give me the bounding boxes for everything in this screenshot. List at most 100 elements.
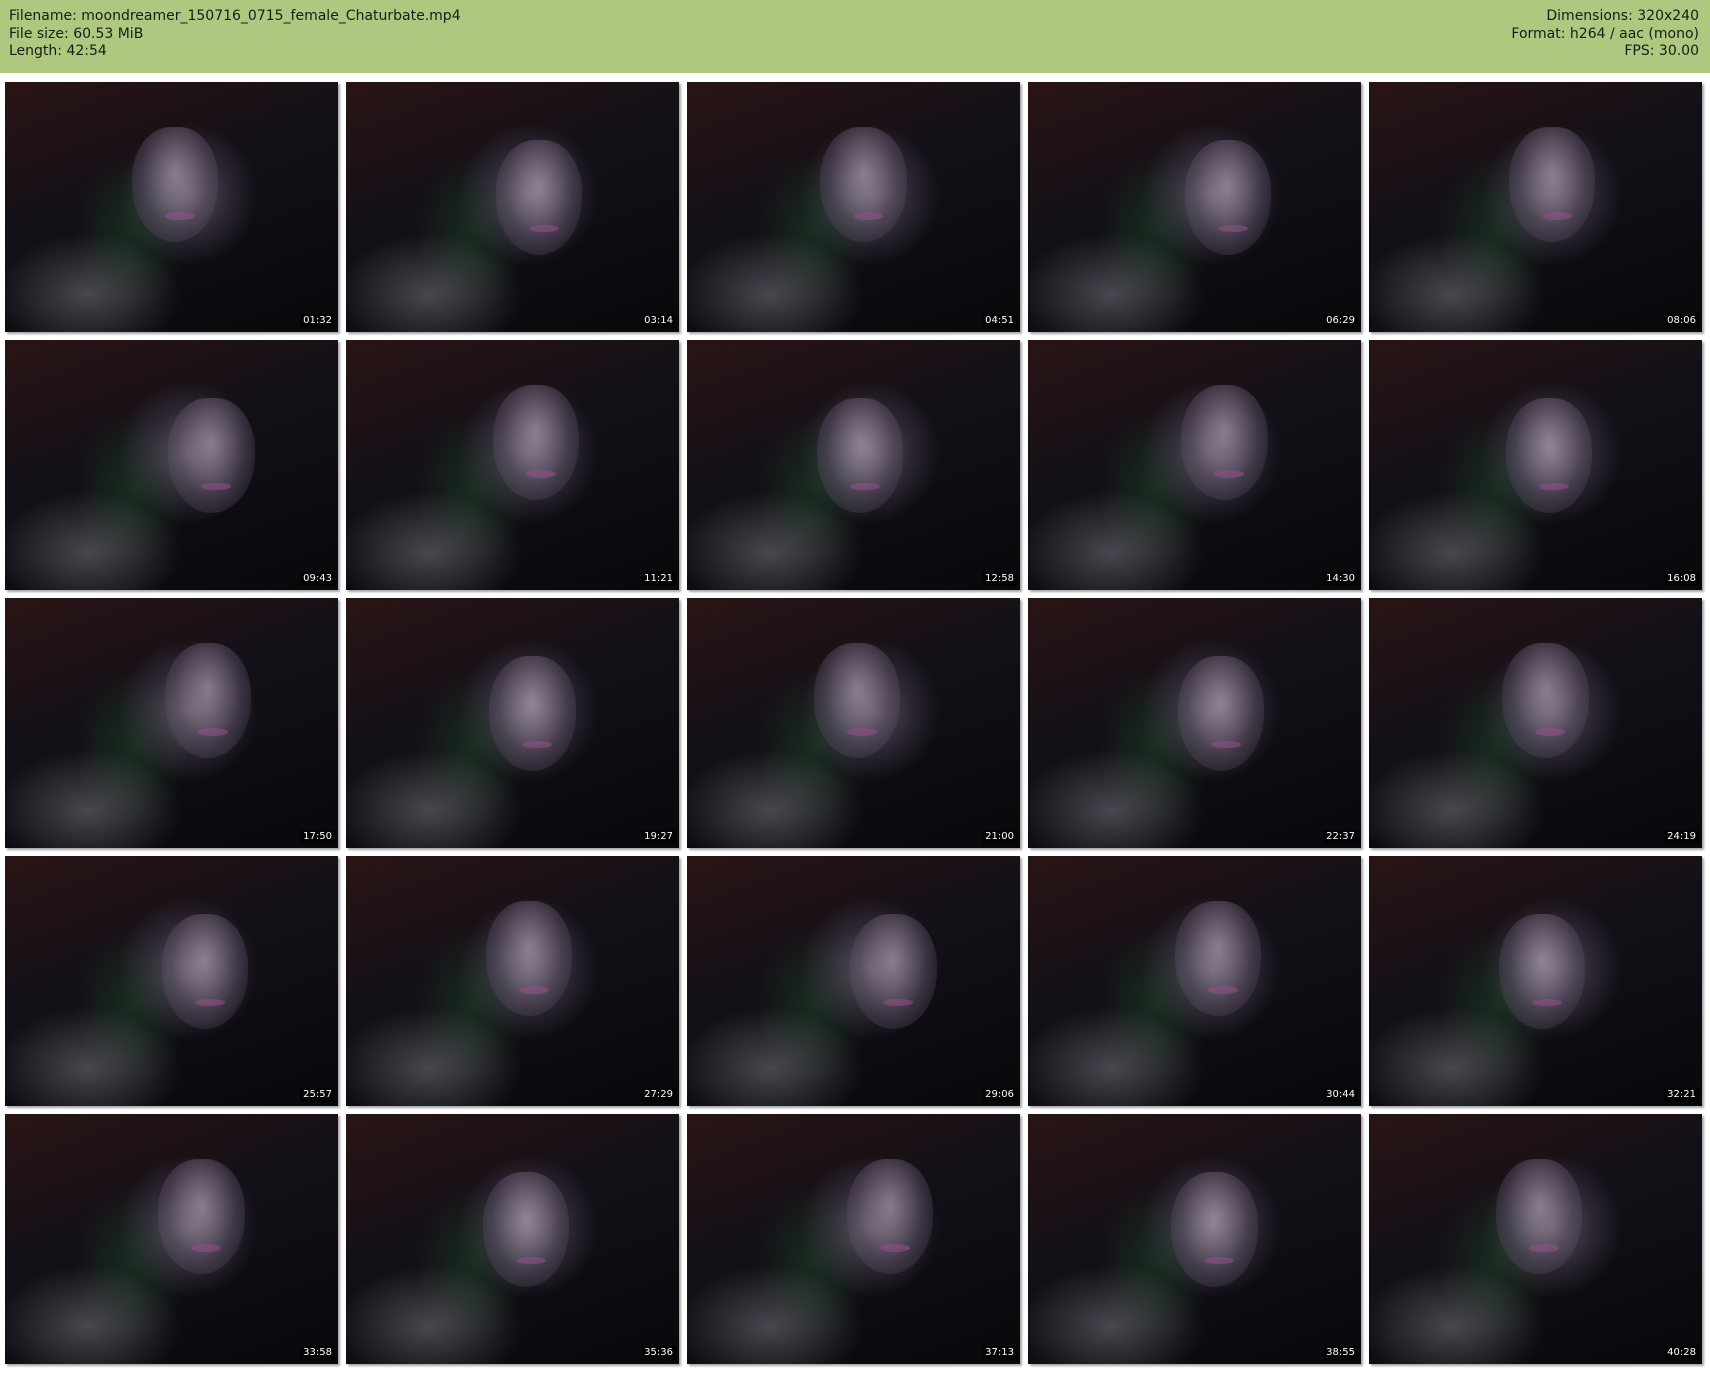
thumbnail-detail	[1204, 1256, 1235, 1264]
thumbnail-detail	[1532, 998, 1563, 1006]
thumbnail-detail	[1538, 482, 1569, 490]
video-thumbnail[interactable]: 14:30	[1028, 340, 1361, 590]
thumbnail-image	[1181, 385, 1268, 500]
timestamp-label: 17:50	[300, 830, 335, 844]
filename-text: Filename: moondreamer_150716_0715_female…	[9, 8, 461, 24]
timestamp-label: 01:32	[300, 314, 335, 328]
video-thumbnail[interactable]: 35:36	[346, 1114, 679, 1364]
video-thumbnail[interactable]: 16:08	[1369, 340, 1702, 590]
video-thumbnail[interactable]: 33:58	[5, 1114, 338, 1364]
thumbnail-image	[485, 901, 573, 1016]
thumbnail-image	[161, 913, 249, 1029]
thumbnail-detail	[850, 482, 881, 490]
video-thumbnail[interactable]: 01:32	[5, 82, 338, 332]
timestamp-label: 27:29	[641, 1088, 676, 1102]
thumbnail-image	[495, 139, 583, 255]
thumbnail-image	[816, 397, 904, 513]
timestamp-label: 33:58	[300, 1346, 335, 1360]
thumbnail-image	[1174, 901, 1262, 1016]
thumbnail-grid: 01:32 03:14 04:51 06:29 08:06 09:43 11:21 12:58…	[5, 82, 1705, 1368]
thumbnail-image	[1508, 127, 1596, 242]
thumbnail-image	[846, 1159, 934, 1274]
thumbnail-detail	[519, 986, 550, 994]
thumbnail-image	[164, 643, 252, 758]
video-thumbnail[interactable]: 21:00	[687, 598, 1020, 848]
thumbnail-detail	[1542, 212, 1573, 220]
thumbnail-image	[482, 1171, 570, 1287]
thumbnail-image	[158, 1159, 245, 1274]
timestamp-label: 29:06	[982, 1088, 1017, 1102]
timestamp-label: 08:06	[1664, 314, 1699, 328]
video-thumbnail[interactable]: 08:06	[1369, 82, 1702, 332]
thumbnail-detail	[522, 740, 553, 748]
video-thumbnail[interactable]: 22:37	[1028, 598, 1361, 848]
thumbnail-image	[131, 127, 219, 242]
video-thumbnail[interactable]: 11:21	[346, 340, 679, 590]
thumbnail-detail	[1528, 1244, 1559, 1252]
video-thumbnail[interactable]: 38:55	[1028, 1114, 1361, 1364]
timestamp-label: 11:21	[641, 572, 676, 586]
thumbnail-detail	[853, 212, 884, 220]
timestamp-label: 16:08	[1664, 572, 1699, 586]
video-thumbnail[interactable]: 09:43	[5, 340, 338, 590]
stream-info: Dimensions: 320x240 Format: h264 / aac (…	[1511, 8, 1699, 61]
thumbnail-detail	[1207, 986, 1238, 994]
thumbnail-image	[1184, 139, 1272, 255]
timestamp-label: 30:44	[1323, 1088, 1358, 1102]
thumbnail-image	[1171, 1171, 1258, 1287]
timestamp-label: 04:51	[982, 314, 1017, 328]
timestamp-label: 35:36	[641, 1346, 676, 1360]
thumbnail-detail	[164, 212, 195, 220]
thumbnail-detail	[1211, 740, 1242, 748]
thumbnail-detail	[1217, 224, 1248, 232]
video-thumbnail[interactable]: 19:27	[346, 598, 679, 848]
video-thumbnail[interactable]: 40:28	[1369, 1114, 1702, 1364]
timestamp-label: 12:58	[982, 572, 1017, 586]
thumbnail-image	[820, 127, 907, 242]
video-thumbnail[interactable]: 03:14	[346, 82, 679, 332]
video-thumbnail[interactable]: 04:51	[687, 82, 1020, 332]
thumbnail-detail	[529, 224, 560, 232]
video-thumbnail[interactable]: 25:57	[5, 856, 338, 1106]
thumbnail-image	[850, 913, 937, 1029]
thumbnail-image	[1498, 913, 1586, 1029]
thumbnail-detail	[846, 728, 877, 736]
video-thumbnail[interactable]: 12:58	[687, 340, 1020, 590]
thumbnail-detail	[191, 1244, 222, 1252]
thumbnail-image	[1502, 643, 1589, 758]
timestamp-label: 40:28	[1664, 1346, 1699, 1360]
timestamp-label: 38:55	[1323, 1346, 1358, 1360]
video-thumbnail[interactable]: 32:21	[1369, 856, 1702, 1106]
thumbnail-detail	[880, 1244, 911, 1252]
dimensions-text: Dimensions: 320x240	[1546, 8, 1699, 24]
timestamp-label: 24:19	[1664, 830, 1699, 844]
video-thumbnail[interactable]: 17:50	[5, 598, 338, 848]
timestamp-label: 25:57	[300, 1088, 335, 1102]
thumbnail-detail	[1535, 728, 1566, 736]
video-thumbnail[interactable]: 27:29	[346, 856, 679, 1106]
video-thumbnail[interactable]: 24:19	[1369, 598, 1702, 848]
thumbnail-image	[1495, 1159, 1583, 1274]
video-thumbnail[interactable]: 37:13	[687, 1114, 1020, 1364]
thumbnail-detail	[198, 728, 229, 736]
video-thumbnail[interactable]: 29:06	[687, 856, 1020, 1106]
filesize-text: File size: 60.53 MiB	[9, 25, 144, 42]
timestamp-label: 37:13	[982, 1346, 1017, 1360]
thumbnail-detail	[525, 470, 556, 478]
thumbnail-image	[489, 655, 576, 771]
fps-text: FPS: 30.00	[1624, 43, 1699, 59]
length-text: Length: 42:54	[9, 43, 107, 59]
timestamp-label: 32:21	[1664, 1088, 1699, 1102]
timestamp-label: 22:37	[1323, 830, 1358, 844]
timestamp-label: 03:14	[641, 314, 676, 328]
timestamp-label: 19:27	[641, 830, 676, 844]
thumbnail-detail	[201, 482, 232, 490]
video-thumbnail[interactable]: 30:44	[1028, 856, 1361, 1106]
thumbnail-detail	[1214, 470, 1245, 478]
timestamp-label: 09:43	[300, 572, 335, 586]
file-info: Filename: moondreamer_150716_0715_female…	[9, 8, 461, 61]
video-thumbnail[interactable]: 06:29	[1028, 82, 1361, 332]
thumbnail-image	[813, 643, 901, 758]
thumbnail-image	[492, 385, 580, 500]
format-text: Format: h264 / aac (mono)	[1511, 25, 1699, 42]
